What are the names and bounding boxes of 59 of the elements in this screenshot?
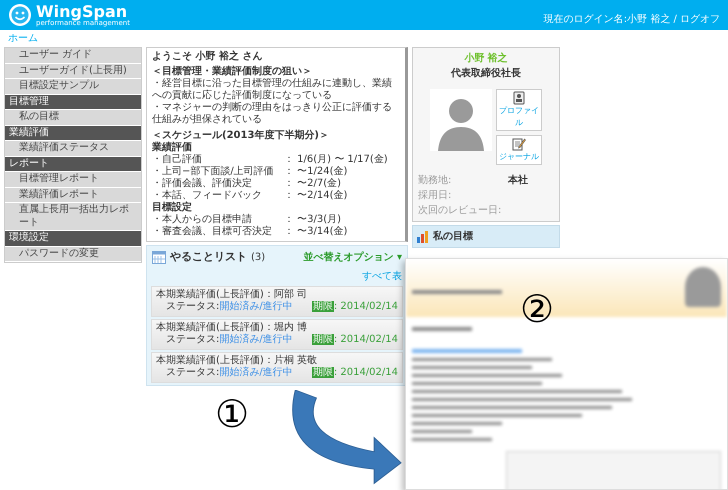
- sidebar-section-heading: 環境設定: [5, 231, 141, 246]
- field-label: 採用日:: [418, 189, 452, 203]
- section-title: ＜スケジュール(2013年度下半期分)＞: [152, 130, 330, 142]
- schedule-date: ： 1/6(月) 〜 1/17(金): [284, 154, 388, 166]
- todo-item-title: 本期業績評価(上長評価)：堀内 博: [156, 322, 308, 334]
- schedule-task: ・自己評価: [152, 154, 203, 166]
- id-card-icon: [513, 91, 525, 105]
- profile-role: 代表取締役社長: [450, 66, 522, 81]
- due-date: 期限: 2014/02/14: [312, 367, 398, 380]
- sidebar-section-heading: 業績評価: [5, 126, 141, 141]
- avatar-silhouette: [430, 89, 492, 151]
- todo-item[interactable]: 本期業績評価(上長評価)：堀内 博 ステータス:開始済み/進行中 期限: 2014/02/14: [151, 318, 403, 350]
- sidebar-item[interactable]: ユーザー ガイド: [5, 48, 141, 64]
- sidebar-item[interactable]: 目標管理レポート: [5, 172, 141, 188]
- todo-count: (3): [251, 250, 266, 265]
- schedule-heading: 業績評価: [152, 142, 193, 154]
- todo-status: ステータス:開始済み/進行中: [165, 367, 293, 380]
- todo-item[interactable]: 本期業績評価(上長評価)：片桐 英敬 ステータス:開始済み/進行中 期限: 2014/02/14: [151, 352, 403, 382]
- schedule-task: ・審査会議、目標可否決定: [152, 226, 273, 238]
- notice-text: ・経営目標に沿った目標管理の仕組みに連動し、業績への貢献に応じた評価制度になっている: [152, 78, 393, 102]
- schedule-heading: 目標設定: [152, 202, 193, 214]
- step-number: ②: [520, 290, 554, 328]
- sidebar-section-heading: レポート: [5, 156, 141, 172]
- welcome-greeting: ようこそ 小野 裕之 さん: [152, 51, 264, 63]
- smiley-logo-icon: [8, 3, 32, 27]
- schedule-task: ・本話、フィードバック: [152, 190, 263, 201]
- sidebar-section-heading: 目標管理: [5, 94, 141, 110]
- notepad-pencil-icon: [512, 137, 526, 151]
- goals-panel-title: 私の目標: [433, 230, 473, 244]
- calendar-icon: [152, 250, 166, 264]
- sidebar-item[interactable]: パスワードの変更: [5, 246, 141, 262]
- schedule-date: ： 〜1/24(金): [284, 166, 348, 178]
- field-value: 本社: [508, 174, 528, 188]
- login-name: 現在のログイン名:小野 裕之 /: [544, 14, 678, 25]
- todo-status: ステータス:開始済み/進行中: [165, 334, 293, 346]
- notice-text: ・マネジャーの判断の理由をはっきり公正に評価する仕組みが担保されている: [152, 102, 393, 126]
- field-label: 勤務地:: [418, 174, 452, 188]
- bar-chart-icon: [416, 230, 430, 243]
- todo-item-title: 本期業績評価(上長評価)：阿部 司: [156, 288, 308, 300]
- step-number: ①: [215, 395, 250, 433]
- todo-status: ステータス:開始済み/進行中: [165, 301, 293, 314]
- field-label: 次回のレビュー日:: [418, 204, 502, 218]
- sidebar-item[interactable]: 業績評価レポート: [5, 188, 141, 203]
- profile-name: 小野 裕之: [463, 51, 509, 66]
- due-date: 期限: 2014/02/14: [312, 301, 398, 314]
- schedule-date: ： 〜3/14(金): [284, 226, 348, 238]
- schedule-task: ・評価会議、評価決定: [152, 178, 253, 190]
- due-date: 期限: 2014/02/14: [312, 334, 398, 346]
- schedule-date: ： 〜3/3(月): [284, 214, 342, 226]
- logo-title: WingSpan: [36, 4, 128, 20]
- todo-item[interactable]: 本期業績評価(上長評価)：阿部 司 ステータス:開始済み/進行中 期限: 2014/02/14: [151, 286, 403, 316]
- schedule-date: ： 〜2/14(金): [284, 190, 348, 202]
- todo-title: やることリスト: [170, 249, 247, 265]
- todo-item-title: 本期業績評価(上長評価)：片桐 英敬: [156, 354, 318, 366]
- schedule-date: ： 〜2/7(金): [284, 178, 342, 190]
- schedule-task: ・上司−部下面談/上司評価: [152, 166, 275, 178]
- sidebar-item[interactable]: ユーザーガイド(上長用): [5, 64, 141, 79]
- schedule-task: ・本人からの目標申請: [152, 214, 253, 226]
- section-title: ＜目標管理・業績評価制度の狙い＞: [152, 66, 313, 78]
